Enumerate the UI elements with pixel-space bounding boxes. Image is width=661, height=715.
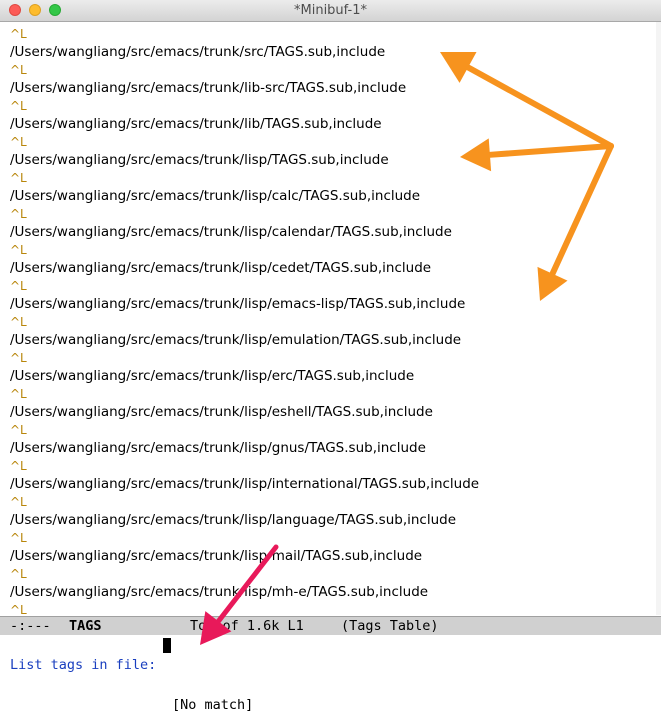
tags-file-line[interactable]: /Users/wangliang/src/emacs/trunk/lisp/em… <box>10 332 461 348</box>
formfeed-line: ^L <box>10 63 27 77</box>
formfeed-line: ^L <box>10 567 27 581</box>
formfeed-line: ^L <box>10 135 27 149</box>
tags-file-line[interactable]: /Users/wangliang/src/emacs/trunk/lib/TAG… <box>10 116 382 132</box>
tags-file-line[interactable]: /Users/wangliang/src/emacs/trunk/lisp/ca… <box>10 224 452 240</box>
formfeed-line: ^L <box>10 423 27 437</box>
modeline-major-mode: (Tags Table) <box>341 618 439 634</box>
formfeed-line: ^L <box>10 495 27 509</box>
formfeed-line: ^L <box>10 171 27 185</box>
formfeed-line: ^L <box>10 603 27 615</box>
tags-file-line[interactable]: /Users/wangliang/src/emacs/trunk/src/TAG… <box>10 44 385 60</box>
tags-file-line[interactable]: /Users/wangliang/src/emacs/trunk/lisp/in… <box>10 476 479 492</box>
formfeed-line: ^L <box>10 351 27 365</box>
tags-file-line[interactable]: /Users/wangliang/src/emacs/trunk/lisp/la… <box>10 512 456 528</box>
formfeed-line: ^L <box>10 99 27 113</box>
tags-file-line[interactable]: /Users/wangliang/src/emacs/trunk/lisp/ma… <box>10 548 422 564</box>
minibuffer[interactable]: List tags in file: [No match] <box>0 635 661 713</box>
tags-file-line[interactable]: /Users/wangliang/src/emacs/trunk/lisp/em… <box>10 296 465 312</box>
scrollbar[interactable] <box>656 22 661 615</box>
tags-file-line[interactable]: /Users/wangliang/src/emacs/trunk/lisp/er… <box>10 368 414 384</box>
formfeed-line: ^L <box>10 315 27 329</box>
formfeed-line: ^L <box>10 459 27 473</box>
mode-line: -:--- TAGS Top of 1.6k L1 (Tags Table) <box>0 616 661 635</box>
modeline-position: Top of 1.6k L1 <box>190 618 304 634</box>
minibuffer-message: [No match] <box>172 697 254 713</box>
tags-file-line[interactable]: /Users/wangliang/src/emacs/trunk/lisp/es… <box>10 404 433 420</box>
tags-file-line[interactable]: /Users/wangliang/src/emacs/trunk/lisp/TA… <box>10 152 389 168</box>
formfeed-line: ^L <box>10 279 27 293</box>
modeline-status: -:--- <box>10 618 51 634</box>
formfeed-line: ^L <box>10 27 27 41</box>
modeline-buffer-name: TAGS <box>69 618 102 634</box>
minibuffer-prompt: List tags in file: <box>10 657 157 673</box>
formfeed-line: ^L <box>10 243 27 257</box>
tags-file-line[interactable]: /Users/wangliang/src/emacs/trunk/lisp/gn… <box>10 440 426 456</box>
window-title: *Minibuf-1* <box>294 3 367 18</box>
formfeed-line: ^L <box>10 387 27 401</box>
tags-buffer[interactable]: ^L/Users/wangliang/src/emacs/trunk/src/T… <box>0 22 661 615</box>
title-bar: *Minibuf-1* <box>0 0 661 22</box>
formfeed-line: ^L <box>10 207 27 221</box>
tags-file-line[interactable]: /Users/wangliang/src/emacs/trunk/lisp/ce… <box>10 260 431 276</box>
formfeed-line: ^L <box>10 531 27 545</box>
tags-file-line[interactable]: /Users/wangliang/src/emacs/trunk/lisp/mh… <box>10 584 428 600</box>
tags-file-line[interactable]: /Users/wangliang/src/emacs/trunk/lib-src… <box>10 80 406 96</box>
text-cursor <box>163 638 171 653</box>
tags-file-line[interactable]: /Users/wangliang/src/emacs/trunk/lisp/ca… <box>10 188 420 204</box>
